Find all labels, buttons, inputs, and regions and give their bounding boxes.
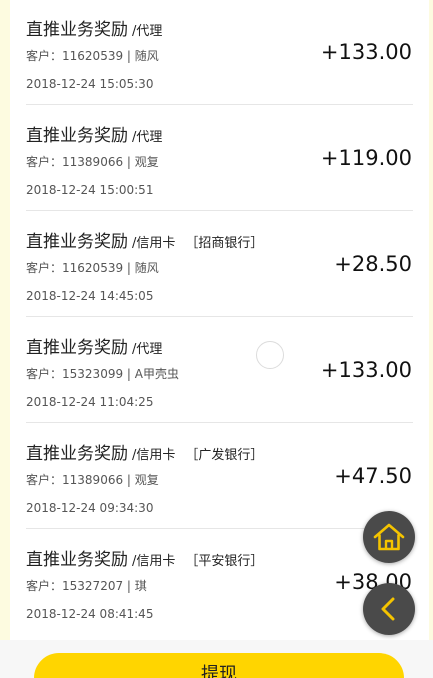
loading-indicator bbox=[256, 341, 284, 369]
home-icon bbox=[373, 523, 405, 551]
divider bbox=[26, 528, 413, 529]
record-time: 2018-12-24 09:34:30 bbox=[26, 501, 154, 515]
record-time: 2018-12-24 15:00:51 bbox=[26, 183, 154, 197]
list-item[interactable]: 直推业务奖励/代理 客户：11620539 | 随风 2018-12-24 15… bbox=[10, 0, 429, 105]
record-time: 2018-12-24 15:05:30 bbox=[26, 77, 154, 91]
client-info: 11389066 | 观复 bbox=[62, 155, 159, 169]
client-info: 11389066 | 观复 bbox=[62, 473, 159, 487]
client-label: 客户： bbox=[26, 261, 63, 275]
record-category: /信用卡 bbox=[132, 448, 176, 463]
divider bbox=[26, 422, 413, 423]
divider bbox=[26, 210, 413, 211]
record-amount: +133.00 bbox=[320, 40, 412, 64]
record-category: /代理 bbox=[132, 342, 163, 357]
divider bbox=[26, 316, 413, 317]
record-category: /信用卡 bbox=[132, 236, 176, 251]
list-item[interactable]: 直推业务奖励/代理 客户：11389066 | 观复 2018-12-24 15… bbox=[10, 106, 429, 211]
record-amount: +119.00 bbox=[320, 146, 412, 170]
record-title: 直推业务奖励 bbox=[26, 126, 128, 146]
client-info: 11620539 | 随风 bbox=[62, 261, 159, 275]
client-label: 客户： bbox=[26, 49, 63, 63]
record-amount: +133.00 bbox=[320, 358, 412, 382]
record-bank: ［广发银行］ bbox=[185, 448, 264, 463]
record-category: /代理 bbox=[132, 24, 163, 39]
client-label: 客户： bbox=[26, 155, 63, 169]
home-button[interactable] bbox=[363, 511, 415, 563]
record-time: 2018-12-24 08:41:45 bbox=[26, 607, 154, 621]
record-title: 直推业务奖励 bbox=[26, 550, 128, 570]
record-title: 直推业务奖励 bbox=[26, 232, 128, 252]
record-title: 直推业务奖励 bbox=[26, 338, 128, 358]
back-button[interactable] bbox=[363, 583, 415, 635]
client-info: 15327207 | 琪 bbox=[62, 579, 147, 593]
client-info: 11620539 | 随风 bbox=[62, 49, 159, 63]
record-amount: +28.50 bbox=[334, 252, 412, 276]
client-info: 15323099 | A甲壳虫 bbox=[62, 367, 179, 381]
record-bank: ［平安银行］ bbox=[185, 554, 264, 569]
record-time: 2018-12-24 11:04:25 bbox=[26, 395, 154, 409]
record-time: 2018-12-24 14:45:05 bbox=[26, 289, 154, 303]
bottom-bar: 提现 bbox=[0, 640, 433, 678]
divider bbox=[26, 104, 413, 105]
client-label: 客户： bbox=[26, 579, 63, 593]
chevron-left-icon bbox=[381, 597, 395, 621]
client-label: 客户： bbox=[26, 367, 63, 381]
record-title: 直推业务奖励 bbox=[26, 444, 128, 464]
client-label: 客户： bbox=[26, 473, 63, 487]
list-item[interactable]: 直推业务奖励/信用卡 ［广发银行］ 客户：11389066 | 观复 2018-1… bbox=[10, 424, 429, 529]
withdraw-button[interactable]: 提现 bbox=[34, 653, 404, 678]
record-bank: ［招商银行］ bbox=[185, 236, 264, 251]
record-category: /代理 bbox=[132, 130, 163, 145]
list-item[interactable]: 直推业务奖励/信用卡 ［招商银行］ 客户：11620539 | 随风 2018-1… bbox=[10, 212, 429, 317]
record-amount: +47.50 bbox=[334, 464, 412, 488]
list-item[interactable]: 直推业务奖励/代理 客户：15323099 | A甲壳虫 2018-12-24 … bbox=[10, 318, 429, 423]
record-category: /信用卡 bbox=[132, 554, 176, 569]
record-title: 直推业务奖励 bbox=[26, 20, 128, 40]
